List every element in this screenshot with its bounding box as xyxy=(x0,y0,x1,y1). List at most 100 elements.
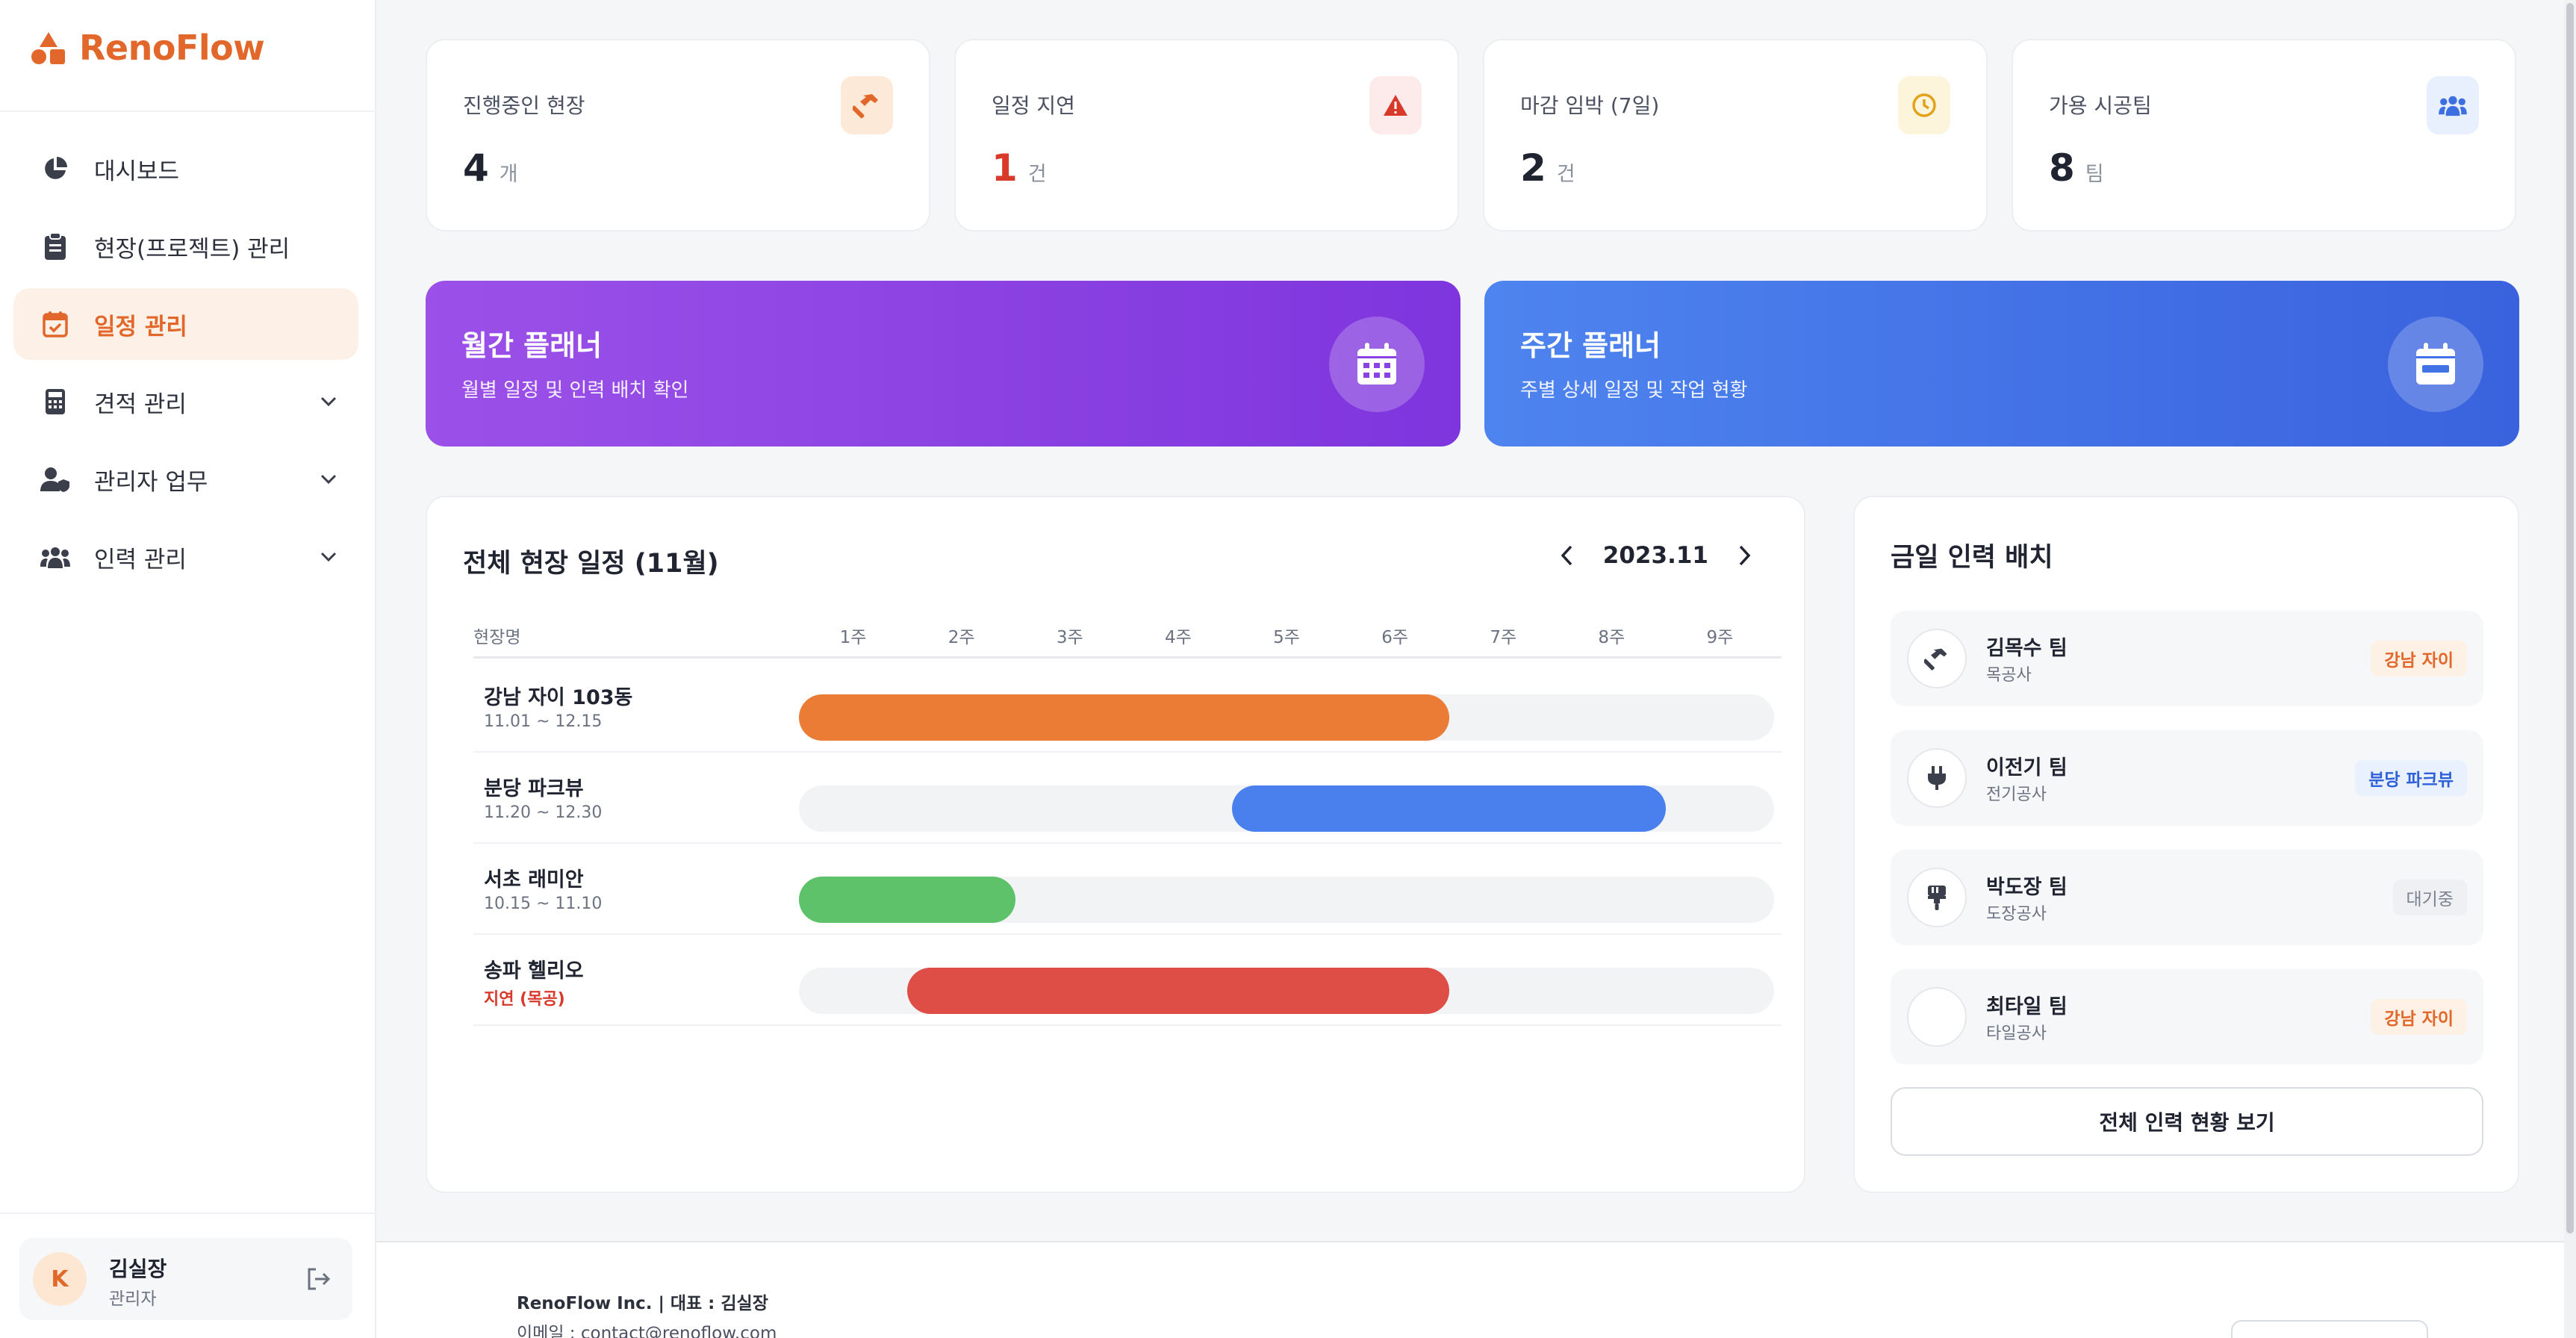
stat-unit: 팀 xyxy=(2085,163,2104,186)
footer-company-info: RenoFlow Inc. | 대표 : 김실장 xyxy=(517,1294,768,1313)
team-trade: 전기공사 xyxy=(1986,785,2047,804)
next-month-button[interactable] xyxy=(1731,541,1758,570)
sidebar-item-manpower[interactable]: 인력 관리 xyxy=(13,521,358,593)
week-header: 9주 xyxy=(1706,628,1734,647)
stat-value: 1 xyxy=(992,146,1018,190)
sidebar-item-projects[interactable]: 현장(프로젝트) 관리 xyxy=(13,211,358,282)
sidebar-item-label: 현장(프로젝트) 관리 xyxy=(94,235,290,263)
chevron-down-icon[interactable] xyxy=(318,547,339,567)
banner-subtitle: 주별 상세 일정 및 작업 현황 xyxy=(1520,379,1748,402)
week-header: 1주 xyxy=(839,628,867,647)
sidebar-item-label: 인력 관리 xyxy=(94,546,187,573)
gantt-row[interactable]: 강남 자이 103동 11.01 ~ 12.15 xyxy=(473,662,1782,753)
footer-select-button[interactable] xyxy=(2231,1320,2428,1338)
sidebar-item-label: 대시보드 xyxy=(94,158,180,185)
stat-label: 가용 시공팀 xyxy=(2049,93,2152,118)
team-trade: 목공사 xyxy=(1986,666,2032,685)
sidebar-item-label: 관리자 업무 xyxy=(94,468,208,496)
gantt-track xyxy=(799,785,1774,832)
chevron-down-icon[interactable] xyxy=(318,469,339,490)
team-icon xyxy=(2427,76,2479,134)
stat-value-group: 1 건 xyxy=(992,146,1047,190)
team-list-item[interactable]: 김목수 팀 목공사 강남 자이 xyxy=(1891,611,2483,706)
pie-chart-icon xyxy=(40,154,70,184)
gantt-track xyxy=(799,694,1774,741)
site-schedule-panel: 전체 현장 일정 (11월) 2023.11 현장명 1주 2주 3주 4주 5… xyxy=(426,496,1805,1193)
stat-value-group: 4 개 xyxy=(463,146,518,190)
calendar-check-icon xyxy=(40,309,70,339)
team-name: 이전기 팀 xyxy=(1986,756,2068,780)
user-name: 김실장 xyxy=(109,1257,167,1281)
panel-title: 금일 인력 배치 xyxy=(1891,543,2053,573)
week-header: 3주 xyxy=(1056,628,1083,647)
banner-subtitle: 월별 일정 및 인력 배치 확인 xyxy=(461,379,689,402)
week-header: 5주 xyxy=(1273,628,1300,647)
team-list-item[interactable]: 박도장 팀 도장공사 대기중 xyxy=(1891,850,2483,945)
sidebar-item-schedule[interactable]: 일정 관리 xyxy=(13,288,358,360)
panel-title: 전체 현장 일정 (11월) xyxy=(463,549,719,579)
chevron-right-icon xyxy=(1739,545,1751,566)
gantt-header: 현장명 1주 2주 3주 4주 5주 6주 7주 8주 9주 xyxy=(473,623,1782,659)
chevron-down-icon[interactable] xyxy=(318,391,339,412)
gantt-bar[interactable] xyxy=(907,968,1449,1014)
sidebar-nav: 대시보드 현장(프로젝트) 관리 일정 관리 견적 관리 관리자 업무 인력 관… xyxy=(13,133,358,599)
team-list-item[interactable]: 최타일 팀 타일공사 강남 자이 xyxy=(1891,969,2483,1065)
scrollbar-thumb[interactable] xyxy=(2566,3,2574,1233)
site-period: 10.15 ~ 11.10 xyxy=(484,894,603,913)
site-period: 11.20 ~ 12.30 xyxy=(484,803,603,822)
stat-card-available-teams: 가용 시공팀 8 팀 xyxy=(2012,39,2516,231)
stat-label: 일정 지연 xyxy=(992,93,1075,118)
chevron-left-icon xyxy=(1561,545,1572,566)
user-shield-icon xyxy=(40,464,70,494)
calendar-grid-icon xyxy=(1329,317,1425,412)
plug-icon xyxy=(1907,748,1967,808)
clock-icon xyxy=(1898,76,1950,134)
warning-icon xyxy=(1369,76,1422,134)
stat-value: 4 xyxy=(463,146,489,190)
week-header: 7주 xyxy=(1490,628,1517,647)
sidebar-item-estimates[interactable]: 견적 관리 xyxy=(13,366,358,438)
view-all-manpower-button[interactable]: 전체 인력 현황 보기 xyxy=(1891,1087,2483,1156)
monthly-planner-card[interactable]: 월간 플래너 월별 일정 및 인력 배치 확인 xyxy=(426,281,1460,446)
sidebar-item-dashboard[interactable]: 대시보드 xyxy=(13,133,358,205)
site-name: 송파 헬리오 xyxy=(484,959,584,983)
stat-label: 진행중인 현장 xyxy=(463,93,585,118)
gantt-row[interactable]: 송파 헬리오 지연 (목공) xyxy=(473,935,1782,1026)
site-period: 11.01 ~ 12.15 xyxy=(484,712,603,731)
stat-value-group: 8 팀 xyxy=(2049,146,2104,190)
gantt-bar[interactable] xyxy=(799,877,1016,923)
app-logo[interactable]: RenoFlow xyxy=(30,27,265,69)
page-footer: RenoFlow Inc. | 대표 : 김실장 이메일 : contact@r… xyxy=(376,1242,2564,1338)
gantt-bar[interactable] xyxy=(1232,785,1666,832)
stat-card-active-sites: 진행중인 현장 4 개 xyxy=(426,39,930,231)
prev-month-button[interactable] xyxy=(1554,541,1581,570)
gantt-track xyxy=(799,877,1774,923)
stat-card-delayed: 일정 지연 1 건 xyxy=(954,39,1459,231)
sidebar-item-admin-tasks[interactable]: 관리자 업무 xyxy=(13,444,358,515)
avatar: K xyxy=(33,1252,87,1306)
stat-unit: 건 xyxy=(1027,163,1047,186)
gantt-row[interactable]: 서초 래미안 10.15 ~ 11.10 xyxy=(473,844,1782,935)
gantt-bar[interactable] xyxy=(799,694,1449,741)
calendar-week-icon xyxy=(2388,317,2483,412)
gantt-row[interactable]: 분당 파크뷰 11.20 ~ 12.30 xyxy=(473,753,1782,844)
team-list-item[interactable]: 이전기 팀 전기공사 분당 파크뷰 xyxy=(1891,730,2483,826)
column-header-site-name: 현장명 xyxy=(473,628,521,647)
user-profile-card: K 김실장 관리자 xyxy=(19,1238,352,1320)
assignment-badge: 강남 자이 xyxy=(2371,641,2467,676)
sidebar-divider xyxy=(0,1213,376,1214)
week-header: 8주 xyxy=(1598,628,1625,647)
stat-value: 2 xyxy=(1520,146,1546,190)
hammer-icon xyxy=(1907,629,1967,688)
current-month-label: 2023.11 xyxy=(1602,542,1708,569)
site-name: 분당 파크뷰 xyxy=(484,777,584,800)
paint-roller-icon xyxy=(1907,868,1967,927)
logout-icon[interactable] xyxy=(305,1265,333,1293)
week-header: 2주 xyxy=(948,628,975,647)
stat-unit: 건 xyxy=(1556,163,1575,186)
weekly-planner-card[interactable]: 주간 플래너 주별 상세 일정 및 작업 현황 xyxy=(1484,281,2519,446)
banner-title: 주간 플래너 xyxy=(1520,329,1661,362)
team-trade: 도장공사 xyxy=(1986,905,2047,924)
sidebar-item-label: 견적 관리 xyxy=(94,390,187,418)
today-manpower-panel: 금일 인력 배치 김목수 팀 목공사 강남 자이 이전기 팀 전기공사 분당 파… xyxy=(1853,496,2519,1193)
